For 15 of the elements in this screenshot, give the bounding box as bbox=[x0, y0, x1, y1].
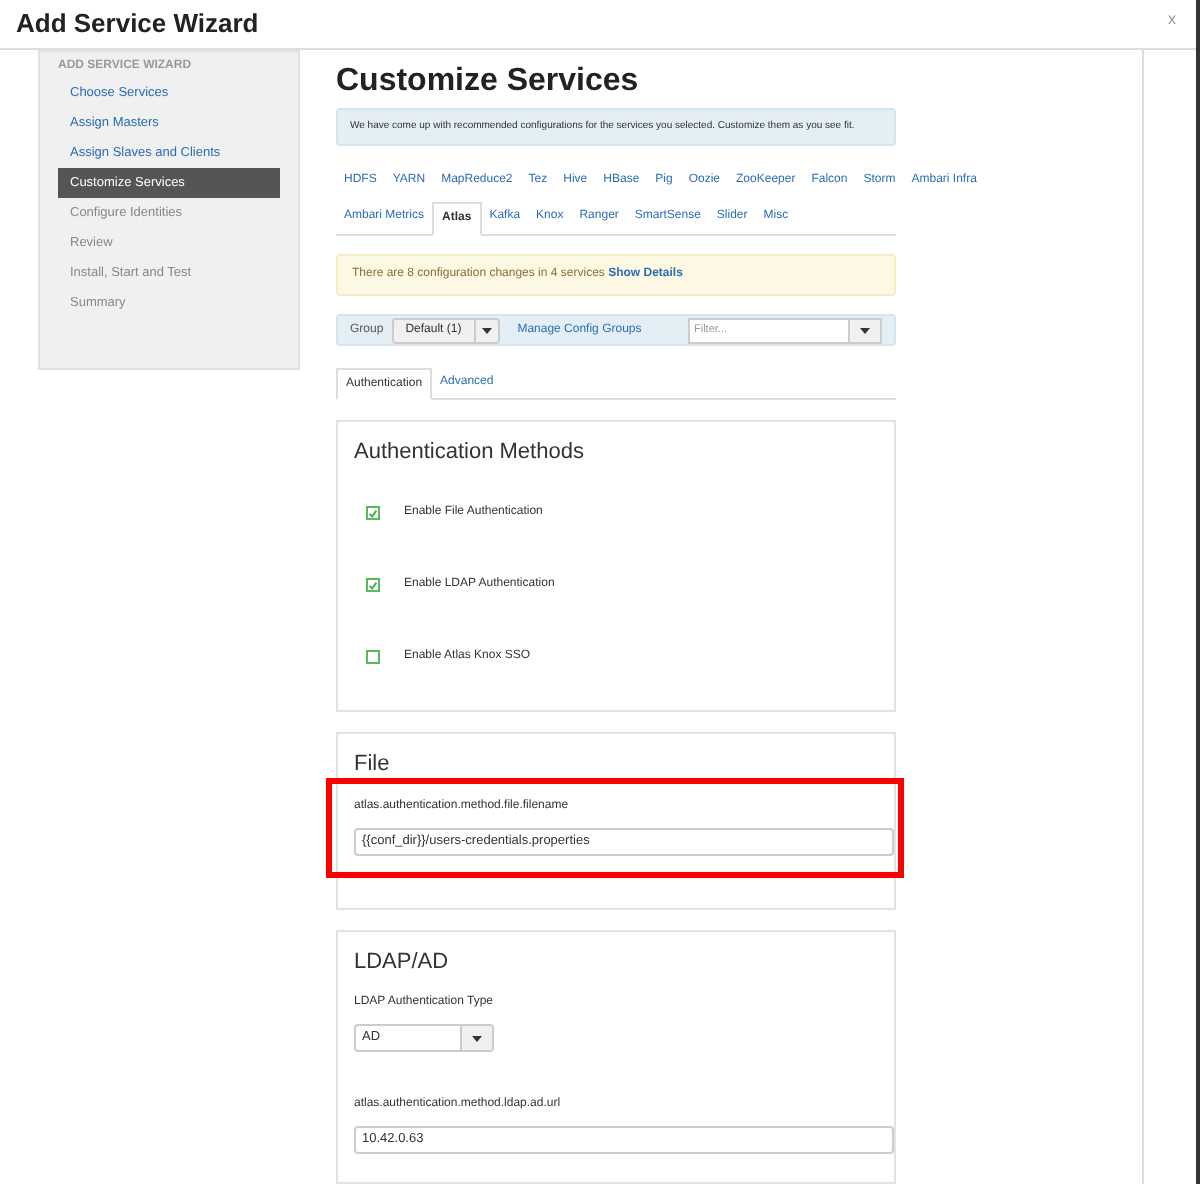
filter-dropdown[interactable] bbox=[850, 317, 882, 343]
checkbox[interactable] bbox=[366, 578, 380, 592]
checkmark-icon bbox=[368, 507, 378, 519]
caret-icon bbox=[860, 327, 870, 333]
checkbox[interactable] bbox=[366, 506, 380, 520]
section-title: LDAP/AD bbox=[354, 947, 451, 977]
caret-icon bbox=[472, 1035, 482, 1041]
page-title: Customize Services bbox=[336, 62, 641, 102]
section-title: File bbox=[354, 750, 392, 780]
caret-icon bbox=[481, 327, 492, 333]
window-title: Add Service Wizard bbox=[16, 6, 259, 43]
close-button[interactable]: x bbox=[1168, 8, 1176, 32]
checkbox[interactable] bbox=[366, 650, 380, 664]
section-title: Authentication Methods bbox=[354, 438, 586, 468]
checkmark-icon bbox=[368, 579, 378, 591]
